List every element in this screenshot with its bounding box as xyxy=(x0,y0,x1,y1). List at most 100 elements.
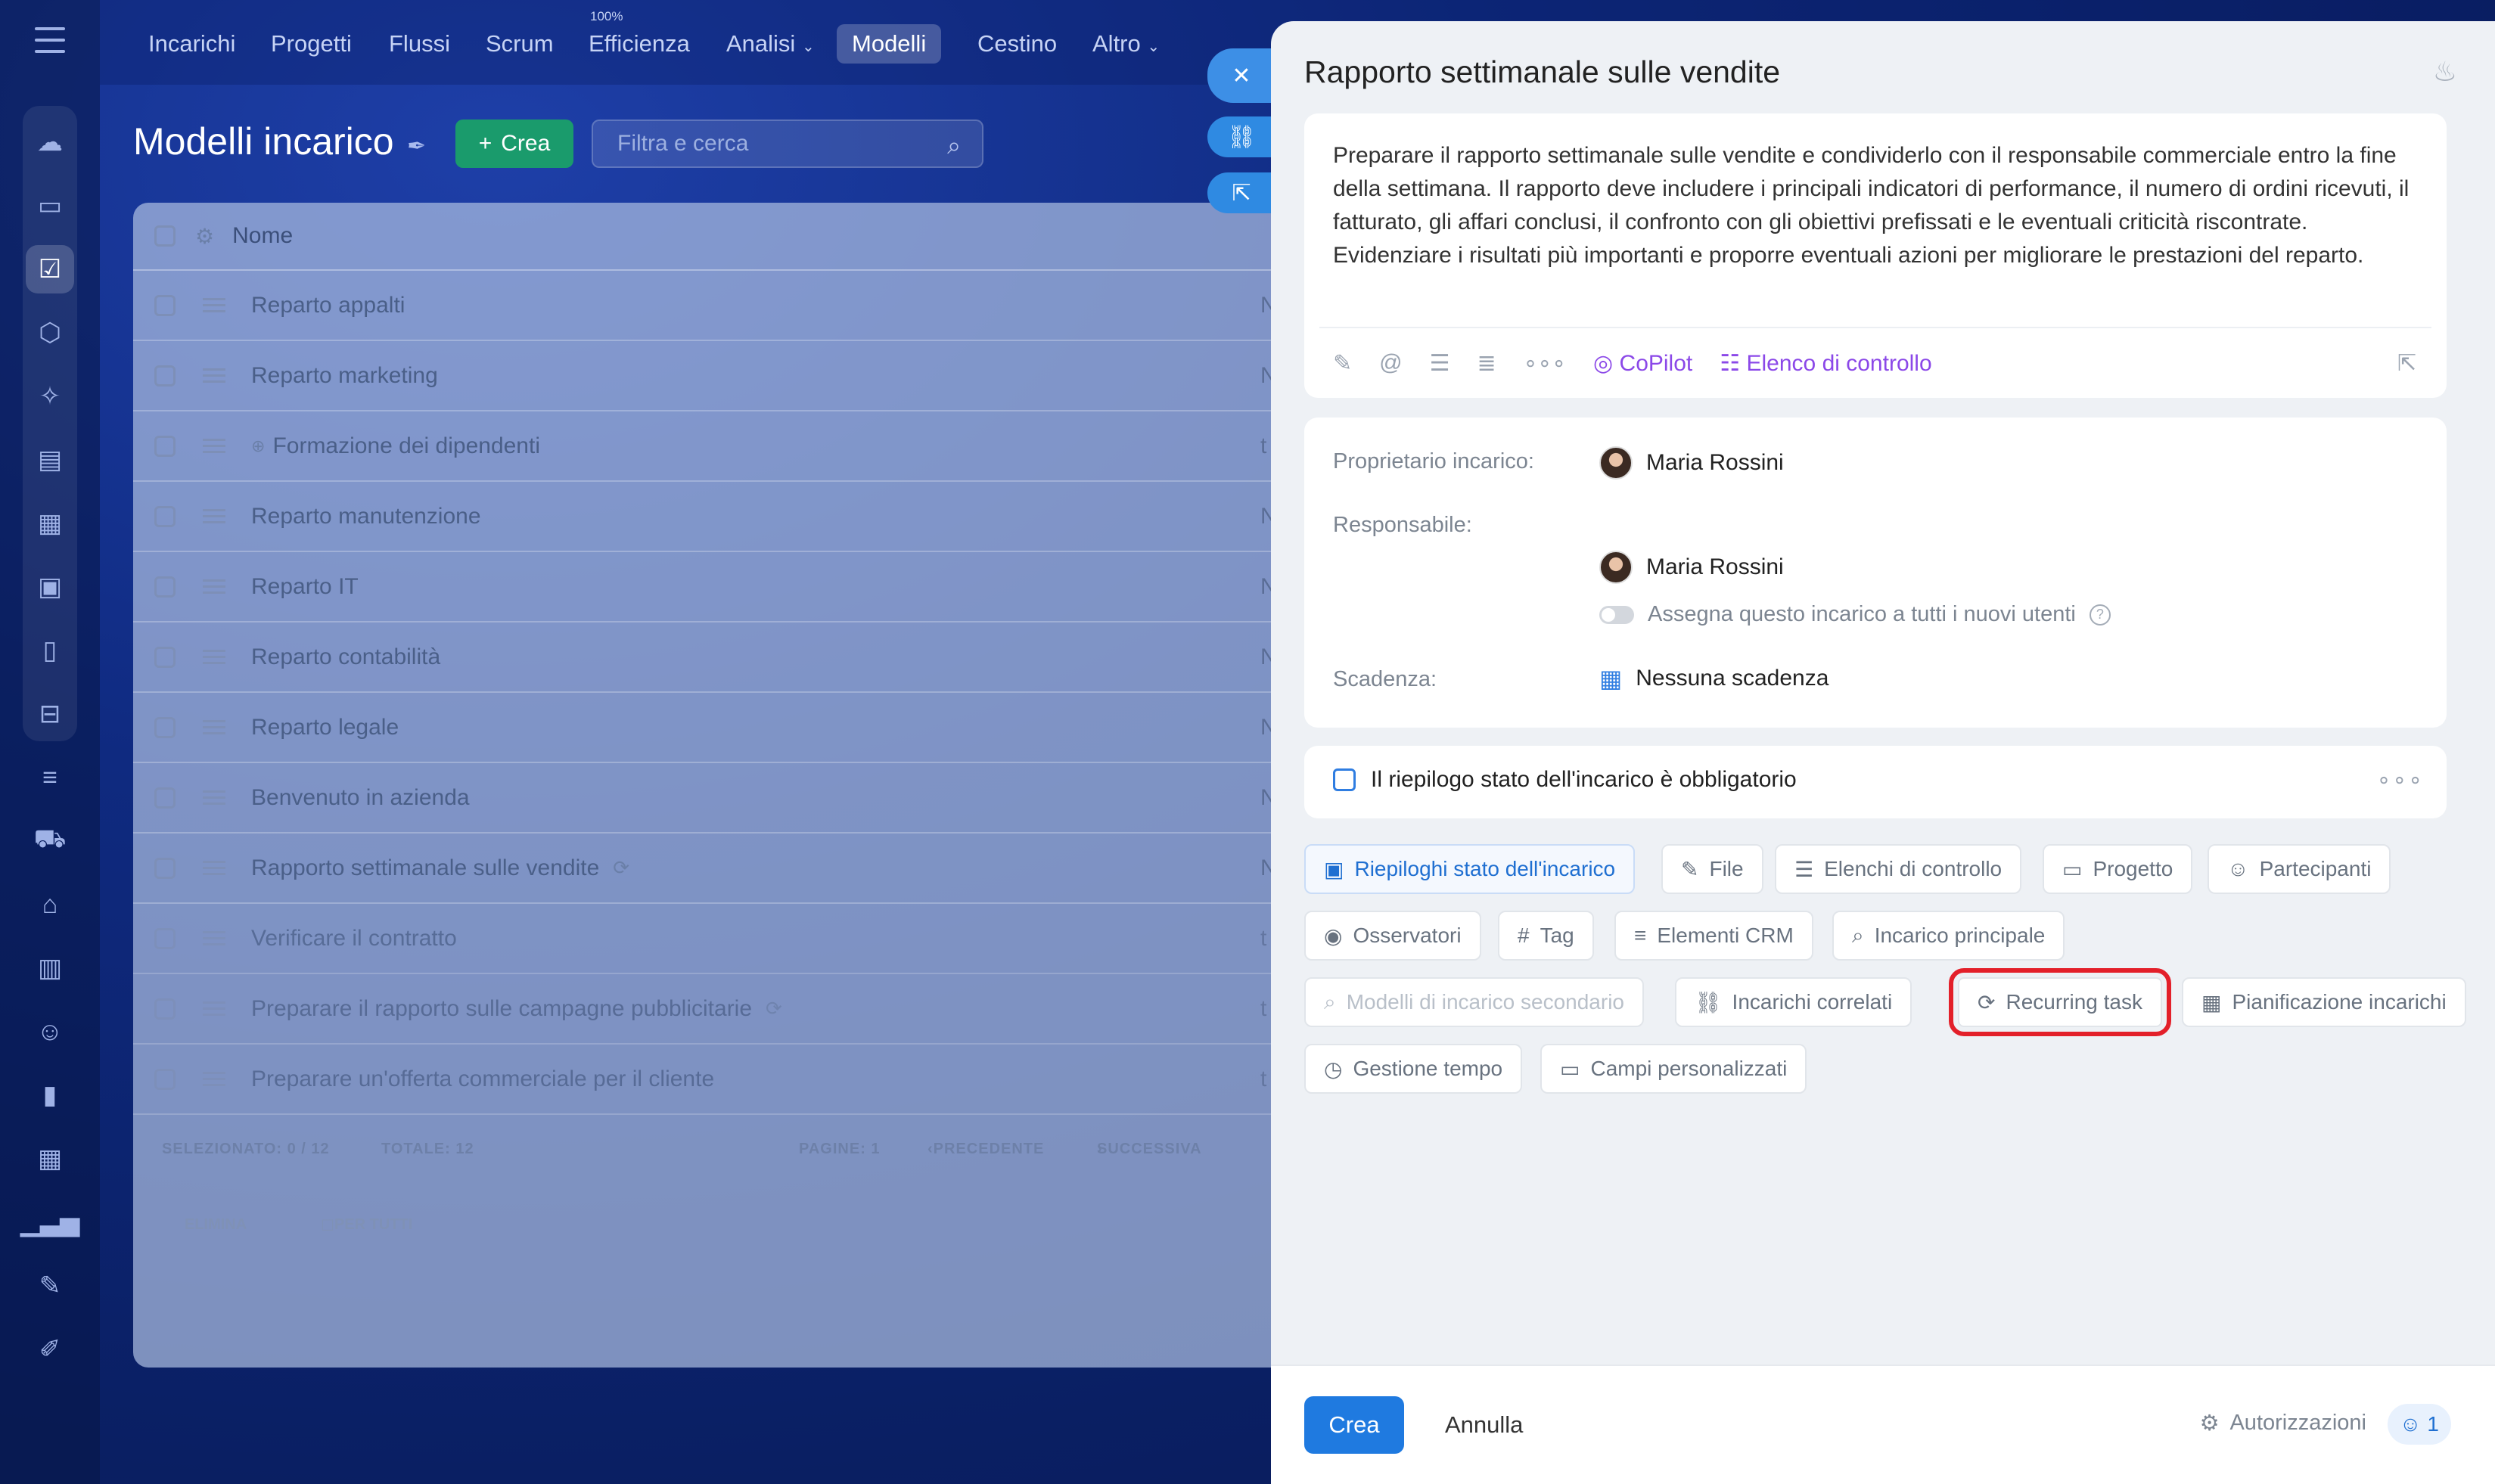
more-options-icon[interactable]: ∘∘∘ xyxy=(2377,767,2424,793)
sign-icon[interactable]: ✎ xyxy=(26,1262,74,1310)
drag-handle-icon[interactable] xyxy=(203,368,225,383)
next-page-link[interactable]: SUCCESSIVA › xyxy=(1097,1141,1201,1158)
library-icon[interactable]: ▮ xyxy=(26,1071,74,1119)
expand-editor-icon[interactable]: ⇱ xyxy=(2397,350,2416,377)
drag-handle-icon[interactable] xyxy=(203,1001,225,1016)
bullet-list-icon[interactable]: ☰ xyxy=(1430,350,1450,377)
row-name[interactable]: Reparto contabilità xyxy=(251,644,440,670)
drag-handle-icon[interactable] xyxy=(203,1072,225,1086)
nav-efficienza[interactable]: Efficienza xyxy=(573,24,705,64)
pin-icon[interactable]: ✒ xyxy=(407,133,426,160)
nav-analisi[interactable]: Analisi ⌄ xyxy=(711,24,830,64)
table-row[interactable]: Verificare il contratto t xyxy=(133,904,1298,974)
drag-handle-icon[interactable] xyxy=(203,298,225,312)
nav-scrum[interactable]: Scrum xyxy=(471,24,569,64)
row-checkbox[interactable] xyxy=(154,857,176,879)
panel-title[interactable]: Rapporto settimanale sulle vendite xyxy=(1304,54,1780,90)
row-checkbox[interactable] xyxy=(154,505,176,527)
row-name[interactable]: Reparto appalti xyxy=(251,293,405,318)
expand-icon[interactable]: ⊕ xyxy=(251,436,265,456)
description-text[interactable]: Preparare il rapporto settimanale sulle … xyxy=(1333,139,2422,272)
summary-required[interactable]: Il riepilogo stato dell'incarico è obbli… xyxy=(1333,767,1797,793)
nav-flussi[interactable]: Flussi xyxy=(374,24,465,64)
filter-icon[interactable]: ≡ xyxy=(26,753,74,802)
chip-participants[interactable]: ☺ Partecipanti xyxy=(2208,844,2391,894)
chat-icon[interactable]: ▭ xyxy=(26,182,74,230)
responsible-value[interactable]: Maria Rossini xyxy=(1599,551,1784,584)
table-row[interactable]: ⊕ Formazione dei dipendenti t xyxy=(133,411,1298,482)
drag-handle-icon[interactable] xyxy=(203,931,225,945)
nav-incarichi[interactable]: Incarichi xyxy=(133,24,250,64)
for-all-checkbox[interactable]: ☐ PER TUTTI xyxy=(321,1216,412,1235)
table-row[interactable]: Preparare un'offerta commerciale per il … xyxy=(133,1045,1298,1115)
chip-project[interactable]: ▭ Progetto xyxy=(2043,844,2193,894)
search-input[interactable]: Filtra e cerca ⌕ xyxy=(592,120,983,168)
row-checkbox[interactable] xyxy=(154,646,176,668)
row-checkbox[interactable] xyxy=(154,998,176,1020)
close-panel-button[interactable]: ✕ xyxy=(1207,48,1275,103)
row-name[interactable]: Preparare un'offerta commerciale per il … xyxy=(251,1066,714,1092)
automation-icon[interactable]: ✧ xyxy=(26,372,74,421)
sites-icon[interactable]: ▥ xyxy=(26,944,74,992)
create-button[interactable]: + Crea xyxy=(455,120,573,168)
row-name[interactable]: Reparto IT xyxy=(251,574,359,600)
schedule-icon[interactable]: ▦ xyxy=(26,1135,74,1183)
chip-time-tracking[interactable]: ◷ Gestione tempo xyxy=(1304,1044,1523,1094)
search-icon[interactable]: ⌕ xyxy=(947,132,961,160)
select-all-checkbox[interactable] xyxy=(154,225,176,247)
drag-handle-icon[interactable] xyxy=(203,579,225,594)
permissions-count-badge[interactable]: ☺ 1 xyxy=(2387,1404,2451,1445)
feed-icon[interactable]: ☁ xyxy=(26,118,74,166)
prev-page-link[interactable]: ‹ PRECEDENTE xyxy=(927,1141,1043,1158)
chip-summaries[interactable]: ▣ Riepiloghi stato dell'incarico xyxy=(1304,844,1636,894)
nav-altro[interactable]: Altro ⌄ xyxy=(1077,24,1175,64)
row-checkbox[interactable] xyxy=(154,365,176,387)
settings-icon[interactable]: ⚙ xyxy=(195,224,214,249)
deadline-value[interactable]: ▦ Nessuna scadenza xyxy=(1599,664,1829,693)
row-name[interactable]: Benvenuto in azienda xyxy=(251,785,470,811)
chip-observers[interactable]: ◉ Osservatori xyxy=(1304,911,1481,961)
table-row[interactable]: Reparto IT N xyxy=(133,552,1298,622)
row-checkbox[interactable] xyxy=(154,294,176,316)
more-icon[interactable]: ∘∘∘ xyxy=(1524,350,1566,377)
help-icon[interactable]: ? xyxy=(2089,604,2111,626)
drive-icon[interactable]: ⊟ xyxy=(26,690,74,738)
table-row[interactable]: Benvenuto in azienda N xyxy=(133,763,1298,834)
chip-scheduling[interactable]: ▦ Pianificazione incarichi xyxy=(2182,977,2466,1027)
table-row[interactable]: Rapporto settimanale sulle vendite ⟳ N xyxy=(133,834,1298,904)
table-row[interactable]: Reparto contabilità N xyxy=(133,622,1298,693)
drag-handle-icon[interactable] xyxy=(203,720,225,734)
chip-checklists[interactable]: ☰ Elenchi di controllo xyxy=(1775,844,2022,894)
table-row[interactable]: Reparto marketing N xyxy=(133,341,1298,411)
chip-subtask-templates[interactable]: ⌕ Modelli di incarico secondario xyxy=(1304,977,1644,1027)
assign-all-toggle[interactable] xyxy=(1599,605,1634,624)
row-checkbox[interactable] xyxy=(154,716,176,738)
row-name[interactable]: Reparto manutenzione xyxy=(251,504,481,529)
row-checkbox[interactable] xyxy=(154,787,176,809)
copy-link-button[interactable]: ⛓ xyxy=(1207,116,1275,157)
drag-handle-icon[interactable] xyxy=(203,439,225,453)
calendar-icon[interactable]: ▦ xyxy=(26,499,74,548)
chip-tags[interactable]: # Tag xyxy=(1498,911,1594,961)
attach-icon[interactable]: ✎ xyxy=(1333,350,1352,377)
table-row[interactable]: Reparto appalti N xyxy=(133,271,1298,341)
chip-parent-task[interactable]: ⌕ Incarico principale xyxy=(1832,911,2065,961)
table-row[interactable]: Reparto legale N xyxy=(133,693,1298,763)
cancel-button[interactable]: Annulla xyxy=(1445,1396,1523,1454)
table-row[interactable]: Reparto manutenzione N xyxy=(133,482,1298,552)
flame-icon[interactable]: ♨ xyxy=(2433,56,2457,88)
row-name[interactable]: Rapporto settimanale sulle vendite xyxy=(251,855,599,881)
row-checkbox[interactable] xyxy=(154,435,176,457)
chip-related-tasks[interactable]: ⛓ Incarichi correlati xyxy=(1675,977,1912,1027)
row-name[interactable]: Reparto marketing xyxy=(251,363,438,389)
chip-crm[interactable]: ≡ Elementi CRM xyxy=(1614,911,1813,961)
table-row[interactable]: Preparare il rapporto sulle campagne pub… xyxy=(133,974,1298,1045)
nav-cestino[interactable]: Cestino xyxy=(962,24,1072,64)
delete-button[interactable]: ELIMINA xyxy=(185,1216,247,1234)
cart-icon[interactable]: ⛟ xyxy=(26,817,74,865)
board-icon[interactable]: ▣ xyxy=(26,563,74,611)
chip-files[interactable]: ✎ File xyxy=(1661,844,1763,894)
tasks-icon[interactable]: ☑ xyxy=(26,245,74,293)
docs-icon[interactable]: ▤ xyxy=(26,436,74,484)
drag-handle-icon[interactable] xyxy=(203,650,225,664)
